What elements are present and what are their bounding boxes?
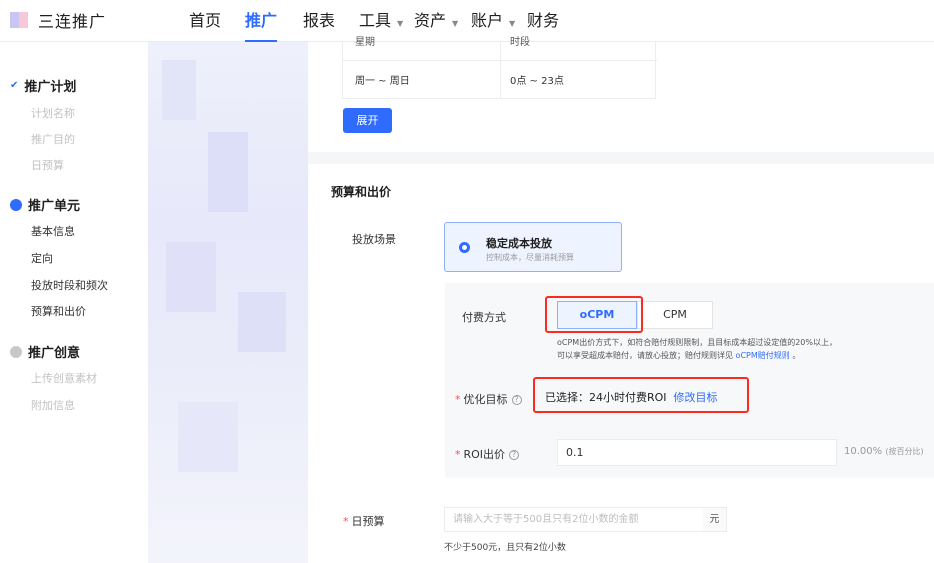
goal-label: * 优化目标? [455, 391, 522, 407]
ocpm-note-text: 可以享受超成本赔付，请放心投放；赔付规则详见 [557, 351, 733, 360]
roi-percentage-note: (按百分比) [885, 447, 924, 456]
brand-logo[interactable]: 三连推广 [10, 9, 106, 31]
roi-bid-input[interactable]: 0.1 [557, 439, 837, 466]
roi-percentage: 10.00% (按百分比) [844, 446, 924, 457]
daily-budget-label: * 日预算 [343, 513, 385, 529]
nav-item-assets[interactable]: 资产 ▼ [414, 0, 458, 42]
table-cell-weekday: 周一 ~ 周日 [355, 76, 410, 87]
required-mark: * [455, 393, 461, 406]
nav-item-account-label: 账户 [471, 11, 504, 30]
sidebar-group-label: 推广计划 [24, 80, 77, 95]
table-header-weekday: 星期 [355, 37, 375, 48]
goal-label-text: 优化目标 [463, 393, 508, 406]
sidebar-item-plan-purpose[interactable]: 推广目的 [31, 131, 75, 147]
nav-item-promotion[interactable]: 推广 [245, 0, 278, 42]
roi-label: * ROI出价? [455, 446, 520, 462]
daily-budget-input[interactable]: 请输入大于等于500且只有2位小数的金额 [444, 507, 704, 532]
nav-item-reports[interactable]: 报表 [303, 0, 335, 42]
sidebar-group-label: 推广单元 [28, 199, 81, 214]
required-mark: * [343, 515, 349, 528]
section-title: 预算和出价 [331, 185, 392, 199]
nav-item-account[interactable]: 账户 ▼ [471, 0, 515, 42]
sidebar-item-schedule[interactable]: 投放时段和频次 [31, 277, 108, 293]
highlight-box [545, 296, 643, 333]
radio-selected-icon [459, 242, 470, 253]
ocpm-note-line1: oCPM出价方式下，如符合赔付规则限制，且目标成本超过设定值的20%以上， [557, 338, 837, 347]
chevron-down-icon: ▼ [397, 19, 404, 28]
ocpm-rule-link[interactable]: oCPM赔付规则 [736, 351, 790, 360]
daily-budget-label-text: 日预算 [351, 515, 385, 528]
scene-description: 控制成本，尽量消耗预算 [486, 253, 574, 262]
blurred-preview-column [148, 42, 308, 563]
sidebar-group-creative[interactable]: 推广创意 [10, 342, 80, 361]
billing-option-cpm[interactable]: CPM [637, 301, 713, 329]
expand-button[interactable]: 展开 [343, 108, 392, 133]
sidebar-item-plan-daily-budget[interactable]: 日预算 [31, 157, 64, 173]
sidebar-item-budget-bid[interactable]: 预算和出价 [31, 303, 86, 319]
logo-text: 三连推广 [38, 12, 107, 31]
scene-title: 稳定成本投放 [486, 237, 552, 250]
nav-item-finance[interactable]: 财务 [527, 0, 559, 42]
sidebar-item-upload-creative[interactable]: 上传创意素材 [31, 370, 97, 386]
billing-label: 付费方式 [462, 311, 506, 324]
help-icon[interactable]: ? [509, 450, 520, 460]
roi-percentage-value: 10.00% [844, 446, 883, 457]
chevron-down-icon: ▼ [509, 19, 516, 28]
card-divider [308, 152, 934, 164]
scene-label: 投放场景 [352, 233, 396, 246]
sidebar-group-unit[interactable]: 推广单元 [10, 195, 80, 214]
sidebar-item-plan-name[interactable]: 计划名称 [31, 105, 75, 121]
ocpm-note-line2: 可以享受超成本赔付，请放心投放；赔付规则详见 oCPM赔付规则 。 [557, 350, 800, 361]
daily-budget-hint: 不少于500元，且只有2位小数 [444, 543, 566, 553]
inactive-step-icon [10, 345, 22, 358]
currency-unit: 元 [703, 507, 727, 532]
required-mark: * [455, 448, 461, 461]
sidebar-item-basic-info[interactable]: 基本信息 [31, 223, 75, 239]
check-icon: ✔ [10, 80, 19, 91]
scene-option-stable-cost[interactable]: 稳定成本投放 控制成本，尽量消耗预算 [444, 222, 622, 272]
table-cell-time: 0点 ~ 23点 [510, 76, 564, 87]
step-sidebar: ✔ 推广计划 计划名称 推广目的 日预算 推广单元 基本信息 定向 投放时段和频… [0, 42, 148, 563]
roi-label-text: ROI出价 [463, 448, 506, 461]
top-navigation-bar: 三连推广 首页 推广 报表 工具 ▼ 资产 ▼ 账户 ▼ 财务 [0, 0, 934, 42]
chevron-down-icon: ▼ [452, 19, 459, 28]
table-header-time: 时段 [510, 37, 530, 48]
highlight-box [533, 377, 749, 413]
nav-item-tools-label: 工具 [359, 11, 392, 30]
nav-item-home[interactable]: 首页 [189, 0, 221, 42]
sidebar-item-extra-info[interactable]: 附加信息 [31, 397, 75, 413]
sidebar-group-plan[interactable]: ✔ 推广计划 [10, 76, 76, 95]
sidebar-item-targeting[interactable]: 定向 [31, 250, 53, 266]
ocpm-note-end: 。 [792, 351, 801, 360]
help-icon[interactable]: ? [511, 395, 522, 405]
schedule-table: 星期 时段 周一 ~ 周日 0点 ~ 23点 [342, 37, 657, 99]
sidebar-group-label: 推广创意 [28, 346, 81, 361]
nav-item-assets-label: 资产 [414, 11, 447, 30]
active-step-icon [10, 198, 22, 211]
logo-mark-icon [10, 10, 30, 30]
